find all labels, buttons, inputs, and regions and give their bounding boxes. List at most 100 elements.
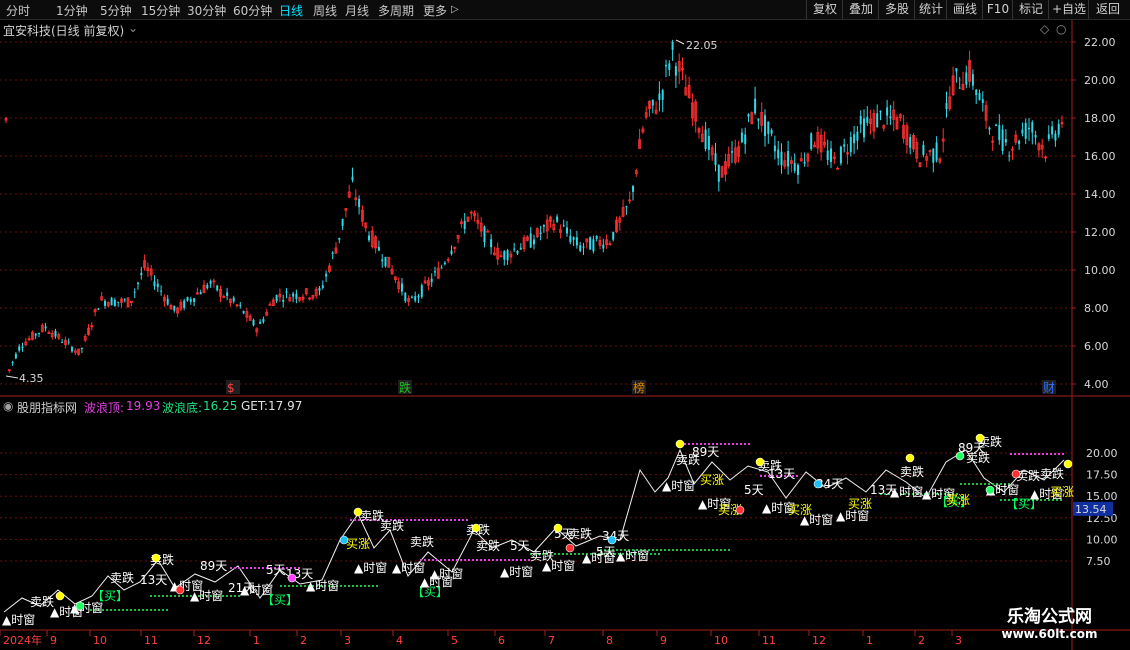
candle-body-down <box>602 244 605 249</box>
candle-body-down <box>876 113 879 128</box>
annotation-label: 【买】 <box>92 589 128 603</box>
xaxis-label: 3 <box>955 634 962 647</box>
xaxis-label: 11 <box>144 634 158 647</box>
candle-body-down <box>292 293 295 297</box>
candle-body-down <box>123 299 126 301</box>
candle-body-down <box>757 118 760 121</box>
candle-body-down <box>193 298 196 302</box>
main-ytick-label: 18.00 <box>1084 112 1116 125</box>
candle-body-down <box>368 235 370 241</box>
candle-body-down <box>519 247 522 250</box>
annotation-label: 13天 <box>140 573 167 587</box>
candle-body-down <box>404 292 407 302</box>
xaxis-label: 6 <box>498 634 505 647</box>
signal-dot <box>553 523 563 533</box>
annotation-label: 89天 <box>692 445 719 459</box>
signal-dot <box>151 553 161 563</box>
signal-dot <box>985 485 995 495</box>
candle-body-down <box>1054 133 1057 141</box>
candle-body-down <box>562 225 565 227</box>
signal-dot <box>755 457 765 467</box>
candle-body-down <box>104 300 106 306</box>
candle-body-down <box>516 250 519 254</box>
candle-body-down <box>810 133 813 150</box>
signal-dot <box>75 601 85 611</box>
annotation-label: 89天 <box>200 559 227 573</box>
candle-body-down <box>958 87 961 89</box>
signal-dot <box>55 591 65 601</box>
chart-canvas[interactable]: 22.054.35$ 跌榜财 ▲时窗卖跌▲时窗▲时窗【买】卖跌 13天卖跌▲时窗▲时… <box>0 0 1130 650</box>
candle-body-down <box>434 271 436 273</box>
main-ytick-label: 20.00 <box>1084 74 1116 87</box>
candle-body-down <box>381 259 384 262</box>
candle-body-down <box>209 280 212 284</box>
ind-ytick-label: 10.00 <box>1086 533 1118 546</box>
candle-body-down <box>160 290 163 292</box>
candle-body-down <box>61 342 64 344</box>
candle-body-down <box>704 129 707 150</box>
event-marker-label: 财 <box>1043 381 1055 395</box>
candle-body-down <box>1057 123 1060 135</box>
candle-body-down <box>430 278 433 283</box>
candle-body-down <box>1024 122 1027 139</box>
xaxis-label: 7 <box>548 634 555 647</box>
candle-body-down <box>793 162 796 171</box>
low-pointer <box>5 375 19 379</box>
annotation-label: ▲时窗 <box>890 485 923 499</box>
candle-body-down <box>226 292 229 296</box>
annotation-label: 5天 <box>744 483 764 497</box>
candle-body-down <box>665 64 667 67</box>
candle-body-down <box>592 239 595 252</box>
signal-dot <box>175 585 185 595</box>
candle-body-down <box>1018 140 1021 145</box>
candle-body-down <box>843 144 846 147</box>
annotation-label: ▲时窗 <box>306 579 339 593</box>
candle-body-down <box>331 252 334 254</box>
candle-body-down <box>777 149 780 159</box>
watermark-title: 乐淘公式网 <box>1007 607 1092 627</box>
candle-body-down <box>186 297 189 301</box>
event-marker-label: $ <box>227 381 235 395</box>
candle-body-down <box>995 124 997 126</box>
ind-ytick-label: 17.50 <box>1086 469 1118 482</box>
annotation-label: ▲时窗 <box>430 567 463 581</box>
candle-body-down <box>661 90 664 100</box>
candle-body-down <box>740 132 743 143</box>
candle-body-down <box>242 311 245 314</box>
candle-body-down <box>909 137 912 148</box>
annotation-label: 买涨 <box>946 492 970 507</box>
candle-body-down <box>780 151 783 166</box>
signal-dot <box>471 523 481 533</box>
candle-body-down <box>377 246 380 251</box>
candle-body-down <box>572 237 575 240</box>
candle-body-down <box>137 282 139 285</box>
ind-ytick-label: 15.00 <box>1086 490 1118 503</box>
xaxis-label: 12 <box>812 634 826 647</box>
candle-body-down <box>922 144 925 155</box>
annotation-label: 5天 <box>266 563 286 577</box>
candle-body-down <box>216 285 219 291</box>
candle-body-down <box>1008 155 1011 157</box>
candle-body-down <box>556 216 559 222</box>
signal-dot <box>813 479 823 489</box>
xaxis-label: 9 <box>660 634 667 647</box>
signal-dot <box>353 507 363 517</box>
candle-body-down <box>853 134 856 144</box>
candle-body-down <box>849 136 852 153</box>
annotation-label: 卖跌 <box>966 450 990 465</box>
candle-body-down <box>575 237 578 246</box>
candle-body-down <box>744 134 747 145</box>
candle-body-down <box>612 231 615 240</box>
candle-body-down <box>770 129 773 134</box>
candle-body-down <box>206 285 209 289</box>
low-price-label: 4.35 <box>19 372 44 385</box>
candle-body-down <box>410 296 413 298</box>
candle-body-down <box>295 293 298 300</box>
candle-body-down <box>971 74 974 86</box>
xaxis-label: 8 <box>606 634 613 647</box>
candle-body-down <box>859 115 862 125</box>
candle-body-down <box>975 89 978 95</box>
annotation-label: 卖跌 <box>410 534 434 549</box>
annotation-label: ▲时窗 <box>70 601 103 615</box>
xaxis-label: 3 <box>344 634 351 647</box>
